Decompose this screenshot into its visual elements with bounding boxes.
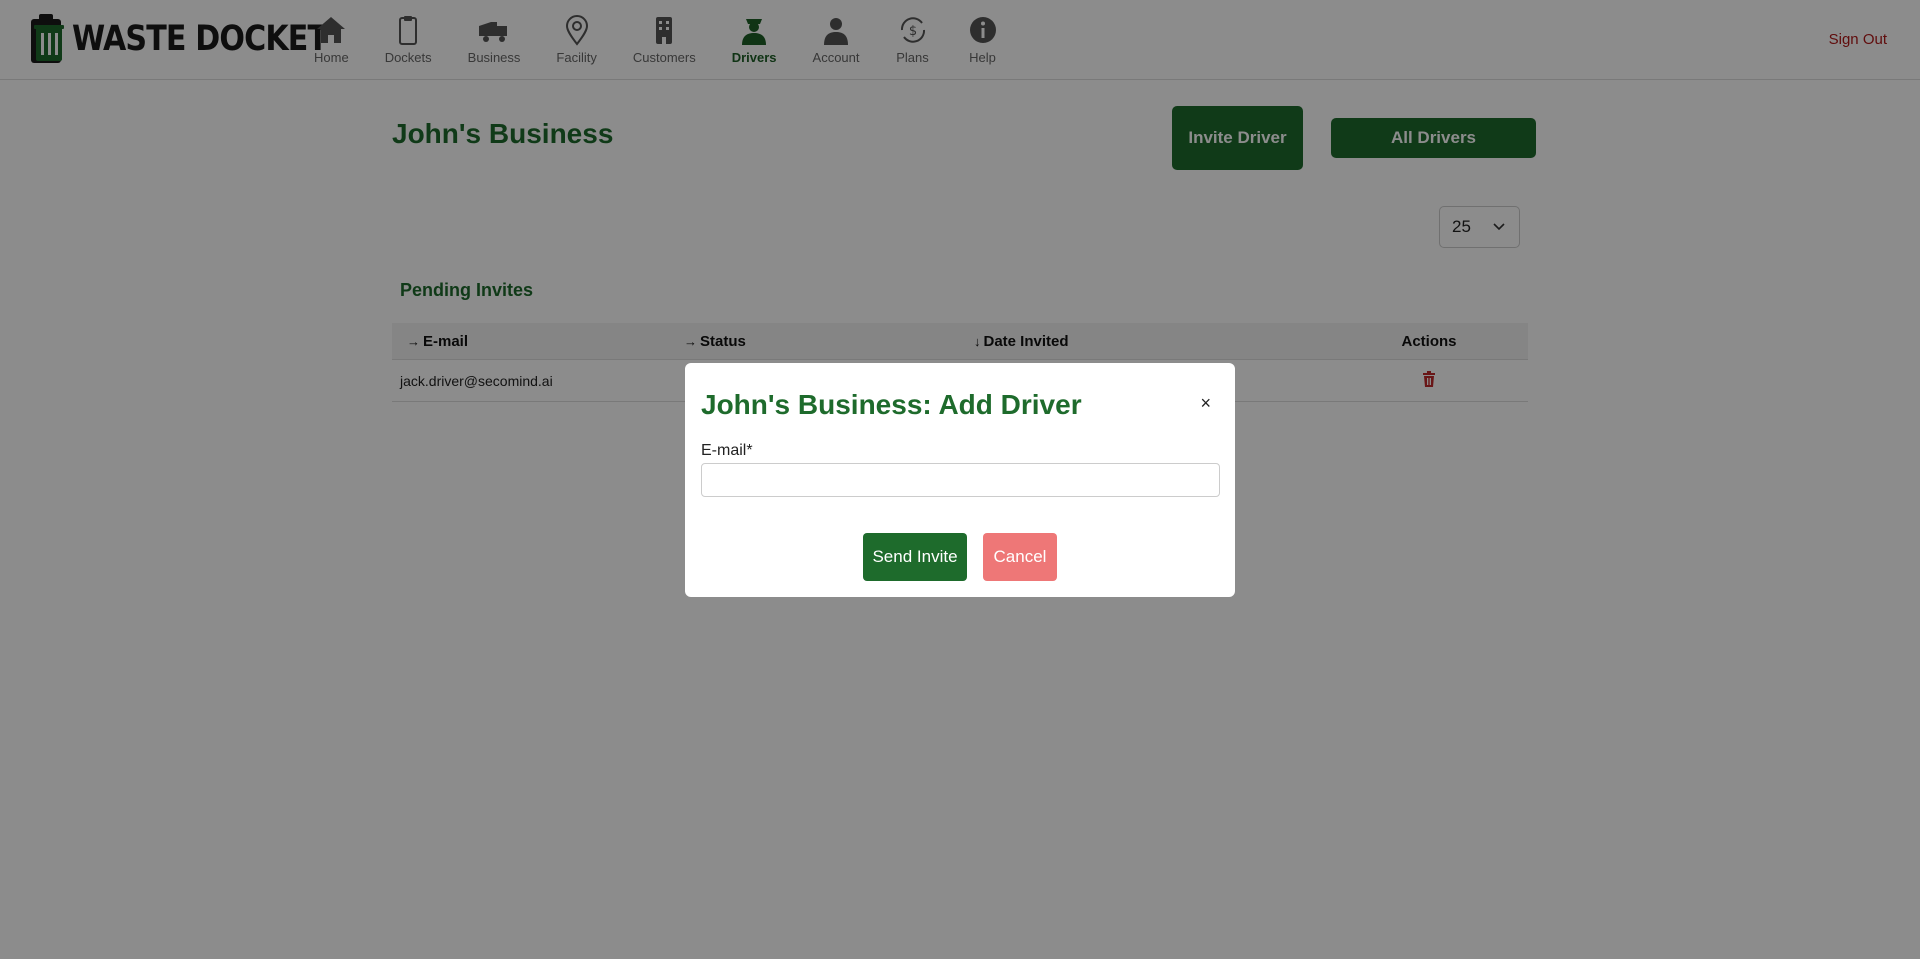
email-label: E-mail* [701,442,753,459]
email-input[interactable] [701,463,1220,497]
send-invite-button[interactable]: Send Invite [863,533,967,581]
add-driver-modal: John's Business: Add Driver × E-mail* Se… [685,363,1235,597]
close-icon[interactable]: × [1200,393,1211,414]
modal-title: John's Business: Add Driver [701,389,1082,420]
cancel-button[interactable]: Cancel [983,533,1057,581]
